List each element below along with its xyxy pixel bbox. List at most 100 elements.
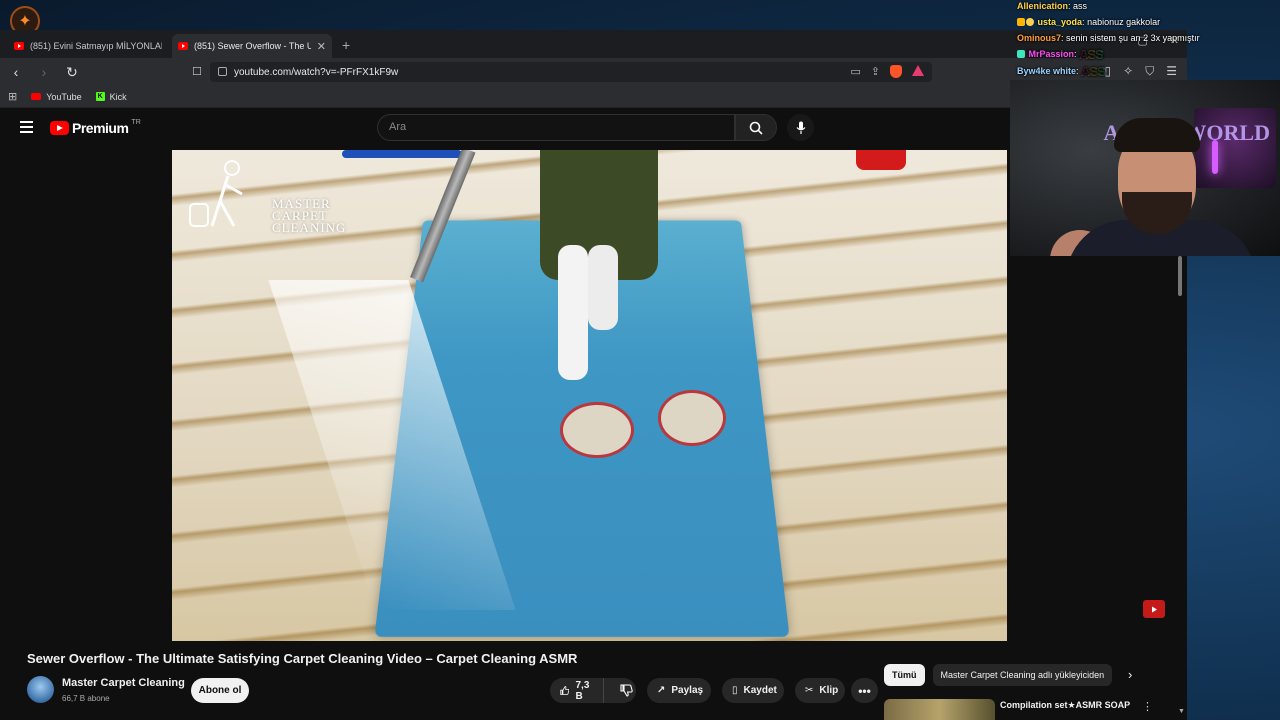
brave-rewards-icon[interactable] xyxy=(912,65,924,76)
share-label: Paylaş xyxy=(671,685,704,696)
browser-tab-1[interactable]: (851) Evini Satmayıp MİLYONLARI RE xyxy=(8,34,168,58)
tab-title: (851) Evini Satmayıp MİLYONLARI RE xyxy=(30,41,162,51)
more-actions-button[interactable]: ••• xyxy=(851,678,878,703)
chat-message: MrPassion: ASS xyxy=(1017,46,1277,63)
chat-message: usta_yoda: nabionuz gakkolar xyxy=(1017,14,1277,30)
microphone-icon xyxy=(796,121,805,134)
video-frame-bucket xyxy=(856,150,906,170)
chip-all[interactable]: Tümü xyxy=(884,664,925,686)
address-bar-actions: ▭ ⇪ xyxy=(850,65,924,78)
video-frame-hose xyxy=(342,150,462,158)
logo-text: Premium xyxy=(72,120,129,136)
bookmark-youtube[interactable]: YouTube xyxy=(31,91,82,102)
share-page-icon[interactable]: ⇪ xyxy=(871,65,880,78)
tab-bar: (851) Evini Satmayıp MİLYONLARI RE (851)… xyxy=(0,30,1187,58)
verified-badge-icon xyxy=(1017,50,1025,58)
save-button[interactable]: ▯ Kaydet xyxy=(722,678,784,703)
youtube-icon xyxy=(31,93,42,100)
share-icon: ↗ xyxy=(657,685,666,696)
chat-username: Allenication xyxy=(1017,1,1069,11)
chat-username: usta_yoda xyxy=(1037,17,1083,27)
channel-avatar[interactable] xyxy=(27,676,54,703)
chat-emote: ASS xyxy=(1081,64,1106,79)
like-button[interactable]: 7,3 B xyxy=(550,678,604,703)
chat-text: senin sistem şu an 2 3x yapmıştır xyxy=(1066,33,1200,43)
like-count: 7,3 B xyxy=(575,679,590,702)
bookmark-kick[interactable]: K Kick xyxy=(95,91,127,102)
chat-username: MrPassion xyxy=(1028,49,1075,59)
streamer-hair xyxy=(1114,118,1200,152)
streamer-webcam: ASTRO WORLD xyxy=(1010,80,1280,256)
subscribe-overlay-icon xyxy=(1143,600,1165,618)
chat-message: Allenication: ass xyxy=(1017,1,1088,11)
save-label: Kaydet xyxy=(743,685,777,696)
recommended-title[interactable]: Compilation set★ASMR SOAP+Compilation xyxy=(1000,700,1130,711)
channel-watermark: MASTER CARPET CLEANING xyxy=(184,156,347,236)
bookmark-icon: ▯ xyxy=(732,685,738,696)
tab-title: (851) Sewer Overflow - The Ultim xyxy=(194,41,311,51)
bookmark-page-icon[interactable]: ☐ xyxy=(192,65,202,78)
close-tab-icon[interactable]: ✕ xyxy=(317,40,326,53)
play-icon xyxy=(1152,606,1157,612)
youtube-logo[interactable]: Premium TR xyxy=(50,118,141,136)
scissors-icon: ✂ xyxy=(805,685,814,696)
video-player[interactable]: MASTER CARPET CLEANING xyxy=(172,150,1007,641)
voice-search-button[interactable] xyxy=(787,114,814,141)
sub-badge-icon xyxy=(1026,18,1034,26)
stream-chat-overlay: Allenication: ass usta_yoda: nabionuz ga… xyxy=(1017,0,1277,80)
page-scrollbar[interactable] xyxy=(1176,248,1184,720)
browser-toolbar: ‹ › ↻ ☐ youtube.com/watch?v=-PFrFX1kF9w … xyxy=(0,58,1187,86)
thumbs-up-icon xyxy=(560,686,570,695)
apps-grid-icon[interactable]: ⊞ xyxy=(8,90,17,103)
bookmark-label: YouTube xyxy=(46,91,82,102)
subscriber-count: 66,7 B abone xyxy=(62,694,110,703)
video-frame-boot xyxy=(558,245,588,380)
bookmarks-bar: ⊞ YouTube K Kick xyxy=(0,86,1187,108)
chat-username: Byw4ke white xyxy=(1017,66,1077,76)
search-icon xyxy=(749,121,763,135)
dislike-button[interactable] xyxy=(610,678,643,703)
forward-icon[interactable]: › xyxy=(36,64,52,80)
guide-menu-icon[interactable] xyxy=(20,121,33,136)
cast-icon[interactable]: ▭ xyxy=(850,65,860,78)
search-button[interactable] xyxy=(735,114,777,141)
video-frame-rug-pattern xyxy=(658,390,726,446)
channel-row: Master Carpet Cleaning 66,7 B abone Abon… xyxy=(27,676,878,706)
bookmark-label: Kick xyxy=(109,91,127,102)
recommended-thumbnail[interactable] xyxy=(884,699,995,720)
chat-emote: ASS xyxy=(1079,47,1104,62)
browser-tab-2[interactable]: (851) Sewer Overflow - The Ultim ✕ xyxy=(172,34,332,58)
video-frame-boot xyxy=(588,245,618,330)
video-title: Sewer Overflow - The Ultimate Satisfying… xyxy=(27,651,578,666)
back-icon[interactable]: ‹ xyxy=(8,64,24,80)
chip-next-icon[interactable]: › xyxy=(1128,667,1132,682)
new-tab-button[interactable]: + xyxy=(336,34,356,58)
chat-text: ass xyxy=(1073,1,1088,11)
scrollbar-thumb[interactable] xyxy=(1178,256,1182,296)
address-bar[interactable]: youtube.com/watch?v=-PFrFX1kF9w ▭ ⇪ xyxy=(210,62,932,82)
url-text: youtube.com/watch?v=-PFrFX1kF9w xyxy=(234,66,399,78)
crown-badge-icon xyxy=(1017,18,1025,26)
clip-button[interactable]: ✂ Klip xyxy=(795,678,845,703)
region-code: TR xyxy=(131,118,141,126)
share-button[interactable]: ↗ Paylaş xyxy=(647,678,711,703)
video-frame-rug-pattern xyxy=(560,402,634,458)
chip-from-uploader[interactable]: Master Carpet Cleaning adlı yükleyiciden xyxy=(932,664,1113,686)
watermark-text: MASTER CARPET CLEANING xyxy=(272,197,347,235)
thumbs-down-icon xyxy=(620,684,633,697)
watermark-line: CLEANING xyxy=(272,220,347,235)
reload-icon[interactable]: ↻ xyxy=(64,64,80,81)
subscribe-button[interactable]: Abone ol xyxy=(191,678,249,703)
chat-username: Ominous7 xyxy=(1017,33,1062,43)
scroll-down-icon[interactable]: ▼ xyxy=(1178,708,1185,715)
youtube-play-icon xyxy=(50,121,69,135)
related-filter-chips: Tümü Master Carpet Cleaning adlı yükleyi… xyxy=(884,664,1113,686)
clip-label: Klip xyxy=(819,685,839,696)
search-input[interactable]: Ara xyxy=(377,114,735,141)
brave-shields-icon[interactable] xyxy=(890,65,902,78)
site-info-icon[interactable] xyxy=(218,67,227,76)
youtube-favicon-icon xyxy=(14,42,24,50)
more-vertical-icon[interactable]: ⋮ xyxy=(1142,700,1153,713)
recommended-video[interactable]: Compilation set★ASMR SOAP+Compilation ⋮ xyxy=(884,699,1169,720)
channel-name[interactable]: Master Carpet Cleaning xyxy=(62,677,185,689)
